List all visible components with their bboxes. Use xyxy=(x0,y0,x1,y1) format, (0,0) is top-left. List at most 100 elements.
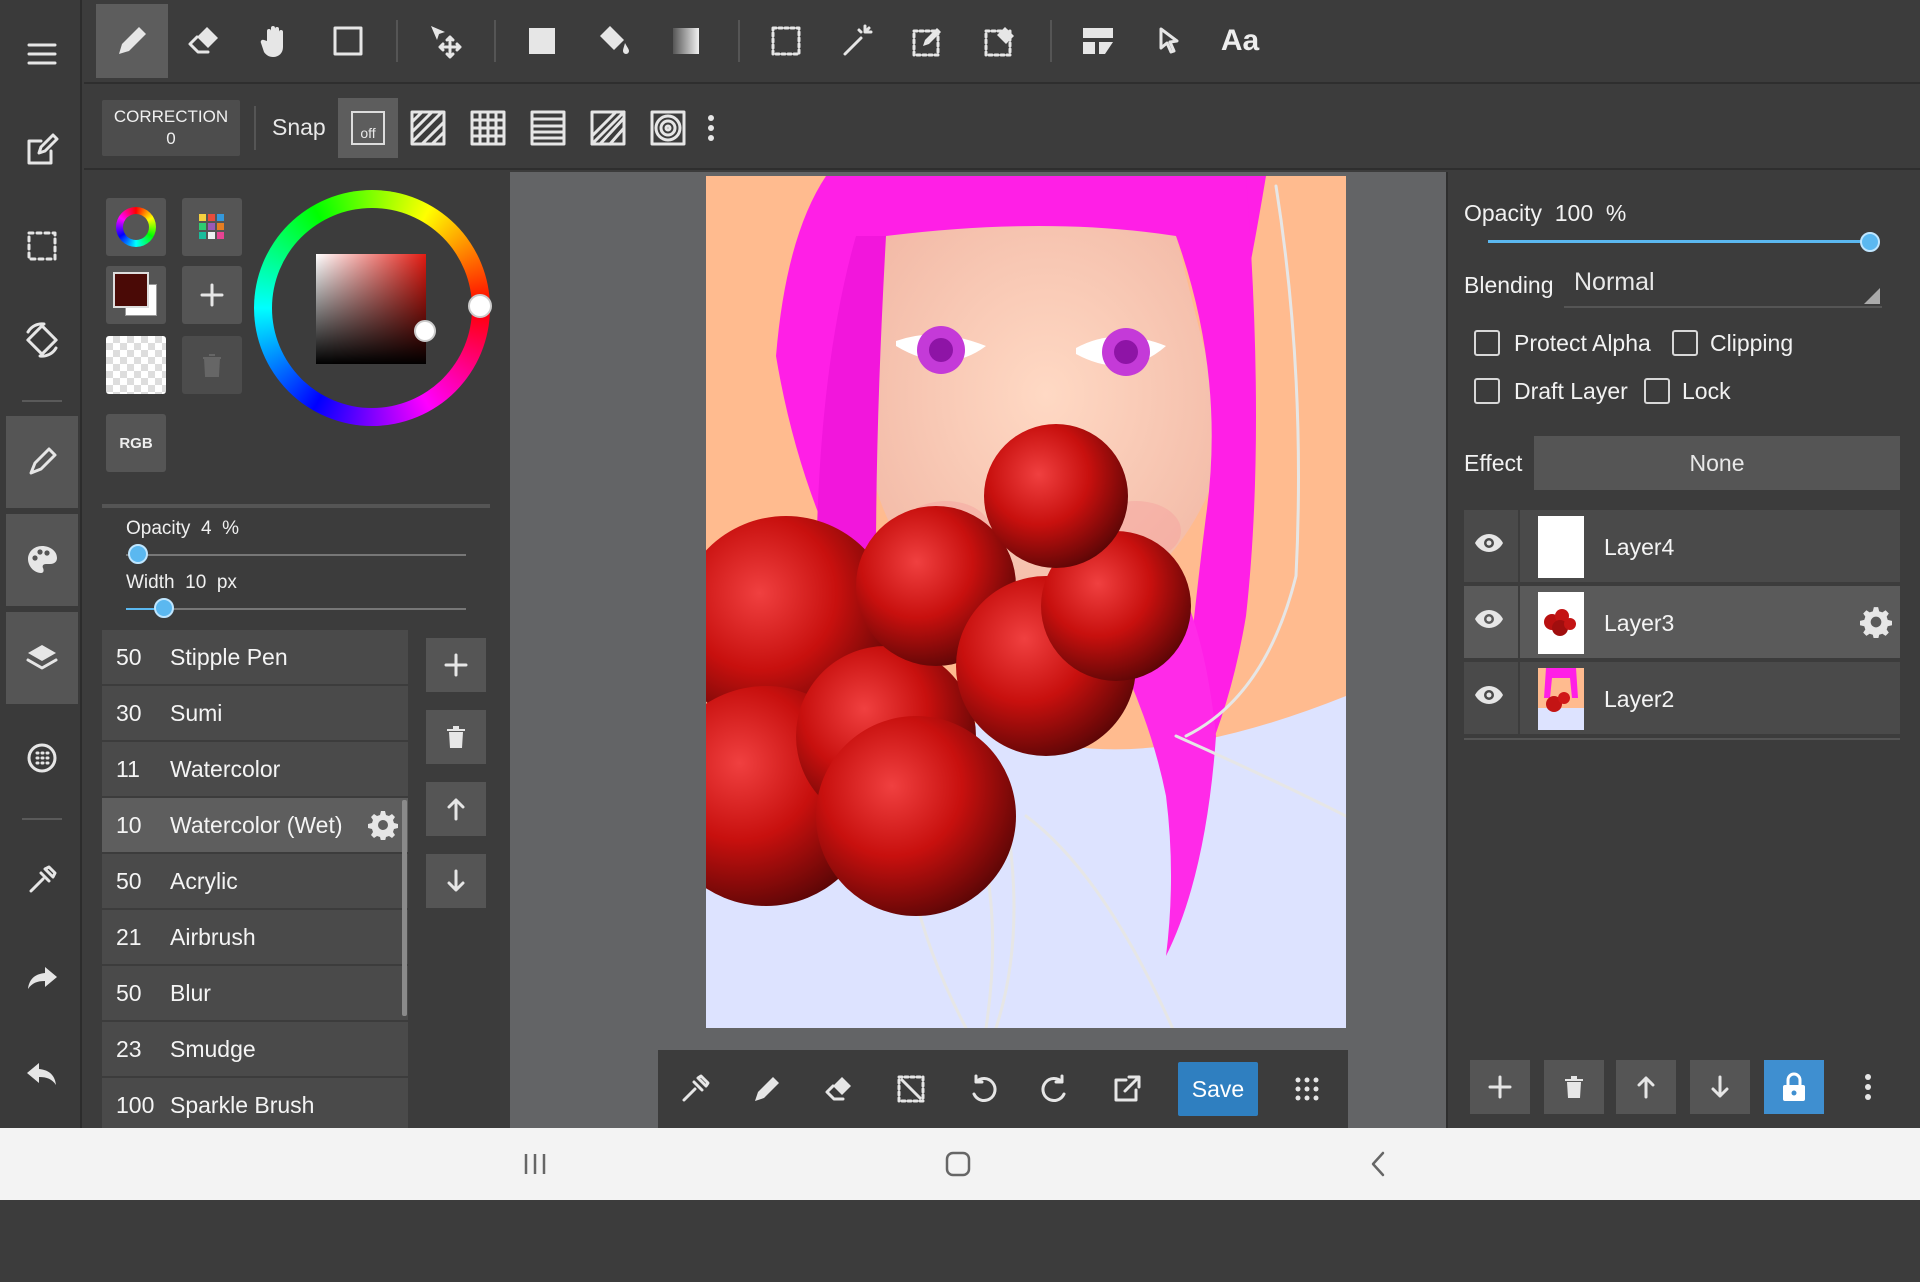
layer-settings-gear-icon[interactable] xyxy=(1860,606,1892,638)
hand-tool-icon[interactable] xyxy=(240,4,312,78)
rectangle-tool-icon[interactable] xyxy=(312,4,384,78)
eraser-tool-icon[interactable] xyxy=(168,4,240,78)
brush-item[interactable]: 100 Sparkle Brush xyxy=(102,1078,408,1132)
correction-button[interactable]: CORRECTION 0 xyxy=(102,100,240,156)
brush-panel-icon[interactable] xyxy=(6,416,78,508)
materials-icon[interactable] xyxy=(6,712,78,804)
snap-parallel-icon[interactable] xyxy=(398,98,458,158)
brush-item[interactable]: 21 Airbrush xyxy=(102,910,408,964)
eyedropper-icon[interactable] xyxy=(666,1062,724,1116)
move-brush-down-icon[interactable] xyxy=(426,854,486,908)
rotate-left-icon[interactable] xyxy=(954,1062,1012,1116)
eraser-icon[interactable] xyxy=(810,1062,868,1116)
bucket-tool-icon[interactable] xyxy=(578,4,650,78)
brush-item[interactable]: 11 Watercolor xyxy=(102,742,408,796)
palette-tab[interactable] xyxy=(182,198,242,256)
move-layer-up-icon[interactable] xyxy=(1616,1060,1676,1114)
edit-canvas-icon[interactable] xyxy=(6,104,78,196)
effect-button[interactable]: None xyxy=(1534,436,1900,490)
snap-radial-icon[interactable] xyxy=(638,98,698,158)
brush-settings-gear-icon[interactable] xyxy=(368,810,398,840)
grid-menu-icon[interactable] xyxy=(1278,1062,1336,1116)
brush-item[interactable]: 30 Sumi xyxy=(102,686,408,740)
select-tool-icon[interactable] xyxy=(750,4,822,78)
operation-cursor-icon[interactable] xyxy=(1134,4,1206,78)
layer-opacity-slider[interactable] xyxy=(1488,240,1868,243)
rgb-mode-button[interactable]: RGB xyxy=(106,414,166,472)
layer-name: Layer3 xyxy=(1604,610,1675,636)
snap-grid-icon[interactable] xyxy=(458,98,518,158)
pen-icon[interactable] xyxy=(738,1062,796,1116)
canvas-area[interactable] xyxy=(510,172,1446,1128)
brush-item[interactable]: 50 Stipple Pen xyxy=(102,630,408,684)
blending-select[interactable]: Normal xyxy=(1564,264,1882,308)
sv-knob[interactable] xyxy=(414,320,436,342)
brush-item[interactable]: 50 Acrylic xyxy=(102,854,408,908)
selection-icon[interactable] xyxy=(6,200,78,292)
add-color-button[interactable] xyxy=(182,266,242,324)
snap-perspective-icon[interactable] xyxy=(578,98,638,158)
eye-icon[interactable] xyxy=(1474,532,1504,554)
clipping-checkbox[interactable] xyxy=(1672,330,1698,356)
protect-alpha-checkbox[interactable] xyxy=(1474,330,1500,356)
hue-knob[interactable] xyxy=(468,294,492,318)
layers-panel-icon[interactable] xyxy=(6,612,78,704)
redo-icon[interactable] xyxy=(6,932,78,1024)
add-layer-button[interactable] xyxy=(1470,1060,1530,1114)
pen-tool-icon[interactable] xyxy=(96,4,168,78)
export-icon[interactable] xyxy=(1098,1062,1156,1116)
color-panel-icon[interactable] xyxy=(6,514,78,606)
brush-width-slider[interactable] xyxy=(126,608,466,610)
lock-checkbox[interactable] xyxy=(1644,378,1670,404)
brush-item[interactable]: 23 Smudge xyxy=(102,1022,408,1076)
recent-apps-icon[interactable] xyxy=(522,1152,548,1176)
move-brush-up-icon[interactable] xyxy=(426,782,486,836)
text-tool-button[interactable]: Aa xyxy=(1204,4,1276,78)
layer-opacity-knob[interactable] xyxy=(1860,232,1880,252)
move-layer-down-icon[interactable] xyxy=(1690,1060,1750,1114)
home-icon[interactable] xyxy=(944,1150,972,1178)
layer-row[interactable]: Layer2 xyxy=(1464,662,1900,736)
current-color-swatch[interactable] xyxy=(106,266,166,324)
undo-icon[interactable] xyxy=(6,1028,78,1120)
layer-more-options-icon[interactable] xyxy=(1838,1060,1898,1114)
selection-eraser-icon[interactable] xyxy=(964,4,1036,78)
brush-width-knob[interactable] xyxy=(154,598,174,618)
color-wheel-tab[interactable] xyxy=(106,198,166,256)
back-icon[interactable] xyxy=(1368,1150,1388,1178)
menu-icon[interactable] xyxy=(6,8,78,100)
layer-lock-icon[interactable] xyxy=(1764,1060,1824,1114)
move-tool-icon[interactable] xyxy=(410,4,482,78)
brush-item[interactable]: 50 Blur xyxy=(102,966,408,1020)
fill-rectangle-icon[interactable] xyxy=(506,4,578,78)
brush-list-scrollbar[interactable] xyxy=(402,800,407,1016)
brush-opacity-knob[interactable] xyxy=(128,544,148,564)
rotate-right-icon[interactable] xyxy=(1026,1062,1084,1116)
snap-horizontal-icon[interactable] xyxy=(518,98,578,158)
snap-off-button[interactable]: off xyxy=(338,98,398,158)
layer-row[interactable]: Layer4 xyxy=(1464,510,1900,584)
saturation-value-square[interactable] xyxy=(316,254,436,364)
transparent-color-button[interactable] xyxy=(106,336,166,394)
magic-wand-icon[interactable] xyxy=(822,4,894,78)
artwork-canvas[interactable] xyxy=(706,176,1346,1028)
delete-brush-icon[interactable] xyxy=(426,710,486,764)
deselect-icon[interactable] xyxy=(882,1062,940,1116)
eye-icon[interactable] xyxy=(1474,684,1504,706)
more-options-icon[interactable] xyxy=(696,98,726,158)
gradient-tool-icon[interactable] xyxy=(650,4,722,78)
delete-layer-icon[interactable] xyxy=(1544,1060,1604,1114)
draft-layer-checkbox[interactable] xyxy=(1474,378,1500,404)
foreground-color xyxy=(113,272,149,308)
eye-icon[interactable] xyxy=(1474,608,1504,630)
rotate-canvas-icon[interactable] xyxy=(6,294,78,386)
frame-divider-icon[interactable] xyxy=(1062,4,1134,78)
brush-item-selected[interactable]: 10 Watercolor (Wet) xyxy=(102,798,408,852)
layer-row-selected[interactable]: Layer3 xyxy=(1464,586,1900,660)
add-brush-button[interactable] xyxy=(426,638,486,692)
effect-label: Effect xyxy=(1464,450,1523,476)
selection-pen-icon[interactable] xyxy=(892,4,964,78)
eyedropper-icon[interactable] xyxy=(6,834,78,926)
brush-opacity-slider[interactable] xyxy=(126,554,466,556)
save-button[interactable]: Save xyxy=(1178,1062,1258,1116)
